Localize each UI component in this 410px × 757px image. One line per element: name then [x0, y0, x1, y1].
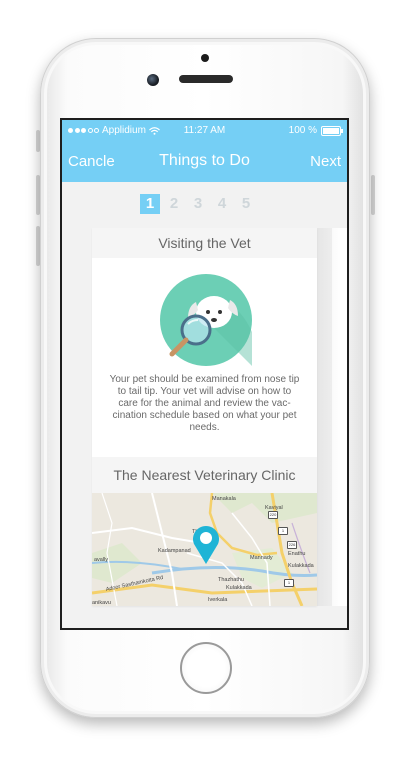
battery-icon: [321, 125, 343, 136]
nav-title: Things to Do: [159, 152, 250, 169]
map-label-thazhathu: Thazhathu: [218, 577, 244, 583]
navigation-bar: Cancle Things to Do Next: [62, 142, 347, 182]
map-label-iverkala: Iverkala: [208, 597, 228, 603]
power-button: [371, 175, 375, 215]
step-2[interactable]: 2: [164, 194, 184, 214]
proximity-sensor: [201, 54, 209, 62]
map-label-avally: avally: [94, 557, 109, 563]
card-description: Your pet should be examined from nose ti…: [109, 374, 300, 433]
map-label-enathu: Enathu: [288, 551, 306, 557]
card-title: Visiting the Vet: [92, 228, 317, 258]
route-1-shield: 1: [278, 527, 288, 535]
step-5[interactable]: 5: [236, 194, 256, 214]
route-1-shield-south: 1: [284, 579, 294, 587]
map-label-kulakkada: Kulakkada: [288, 563, 314, 569]
map-label-kadampanad: Kadampanad: [158, 548, 191, 554]
route-220-shield: 220: [268, 511, 278, 519]
step-3[interactable]: 3: [188, 194, 208, 214]
clinic-map[interactable]: Manakala Kaviyal Th yoor Kadampanad Mann…: [92, 493, 317, 606]
phone-screen: Applidium 11:27 AM 100 % Cancle Things t…: [60, 118, 349, 630]
status-bar: Applidium 11:27 AM 100 %: [62, 120, 347, 142]
map-label-kulakkada-2: Kulakkada: [226, 585, 252, 591]
step-indicator: 1 2 3 4 5: [140, 194, 256, 214]
map-label-mannady: Mannady: [250, 555, 273, 561]
puppy-magnifier-icon: [160, 274, 252, 366]
home-button[interactable]: [180, 642, 232, 694]
front-camera: [147, 74, 159, 86]
card-page-curl: [317, 228, 341, 606]
battery-status: 100 %: [288, 125, 343, 136]
location-pin-icon[interactable]: [191, 524, 221, 564]
clinic-heading: The Nearest Veterinary Clinic: [92, 457, 317, 493]
task-card: Visiting the Vet Your pet should be exam…: [92, 228, 317, 606]
battery-percent: 100 %: [288, 125, 317, 136]
route-226-shield: 226: [287, 541, 297, 549]
earpiece-speaker: [179, 75, 233, 83]
step-1[interactable]: 1: [140, 194, 160, 214]
step-4[interactable]: 4: [212, 194, 232, 214]
next-button[interactable]: Next: [310, 153, 341, 170]
map-label-anikavu: anikavu: [92, 600, 111, 606]
map-label-manakala: Manakala: [212, 496, 236, 502]
